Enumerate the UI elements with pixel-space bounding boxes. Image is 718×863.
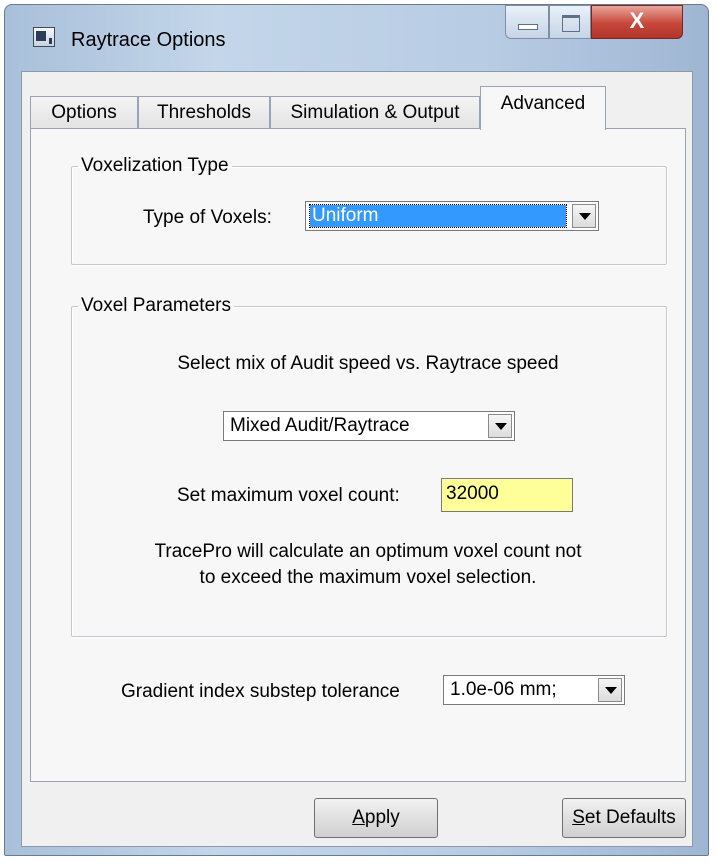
tab-advanced[interactable]: Advanced xyxy=(480,86,606,130)
voxel-type-select[interactable]: Uniform xyxy=(305,201,599,231)
minimize-button[interactable] xyxy=(505,5,549,39)
voxel-type-label: Type of Voxels: xyxy=(143,207,272,228)
chevron-down-icon[interactable] xyxy=(572,204,596,228)
voxel-note-line-1: TracePro will calculate an optimum voxel… xyxy=(154,541,582,562)
minimize-icon xyxy=(518,24,538,30)
mix-select[interactable]: Mixed Audit/Raytrace xyxy=(223,411,515,441)
mix-value: Mixed Audit/Raytrace xyxy=(230,415,410,436)
apply-mnemonic: A xyxy=(352,807,365,828)
maximize-button[interactable] xyxy=(549,5,591,39)
raytrace-options-window: Raytrace Options X Options Thresholds Si… xyxy=(4,4,709,856)
dialog-client-area: Options Thresholds Simulation & Output A… xyxy=(21,71,693,847)
advanced-tab-panel: Voxelization Type Type of Voxels: Unifor… xyxy=(30,128,686,782)
app-icon[interactable] xyxy=(33,27,55,47)
voxel-parameters-legend: Voxel Parameters xyxy=(81,295,231,316)
title-bar[interactable]: Raytrace Options X xyxy=(5,5,708,71)
set-defaults-label: et Defaults xyxy=(584,807,676,828)
gradient-tolerance-select[interactable]: 1.0e-06 mm; xyxy=(443,675,625,705)
max-voxel-label: Set maximum voxel count: xyxy=(177,485,400,506)
tab-simulation-output[interactable]: Simulation & Output xyxy=(270,96,480,128)
chevron-down-icon[interactable] xyxy=(598,678,622,702)
close-button[interactable]: X xyxy=(591,5,683,39)
gradient-tolerance-label: Gradient index substep tolerance xyxy=(121,681,400,702)
window-title: Raytrace Options xyxy=(71,29,226,51)
gradient-tolerance-value: 1.0e-06 mm; xyxy=(450,679,557,700)
tab-thresholds[interactable]: Thresholds xyxy=(138,96,270,128)
chevron-down-icon[interactable] xyxy=(488,414,512,438)
max-voxel-count-input[interactable]: 32000 xyxy=(441,478,573,512)
apply-label: pply xyxy=(364,807,400,828)
close-icon: X xyxy=(629,8,645,33)
voxel-note-line-2: to exceed the maximum voxel selection. xyxy=(199,567,537,588)
voxel-type-value: Uniform xyxy=(309,204,567,228)
set-defaults-mnemonic: S xyxy=(572,807,585,828)
voxelization-type-legend: Voxelization Type xyxy=(81,155,229,176)
mix-label: Select mix of Audit speed vs. Raytrace s… xyxy=(177,353,559,374)
set-defaults-button[interactable]: Set Defaults xyxy=(562,798,686,838)
tab-options[interactable]: Options xyxy=(30,96,138,128)
apply-button[interactable]: Apply xyxy=(314,798,438,838)
maximize-icon xyxy=(562,15,580,32)
